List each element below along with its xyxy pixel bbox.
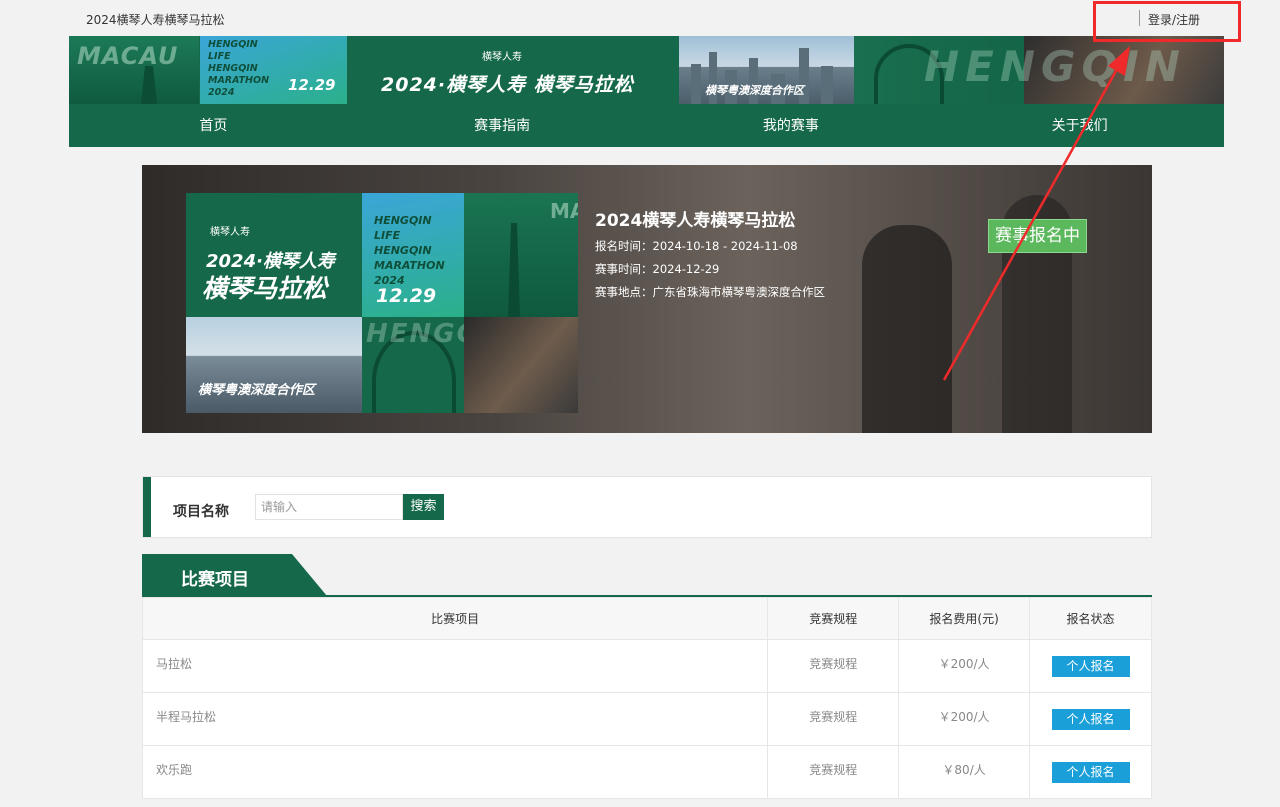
poster-blue-text: HENGQIN LIFE HENGQIN MARATHON 2024 (374, 214, 445, 287)
race-time: 赛事时间：2024-12-29 (595, 262, 720, 276)
poster-city-photo: 横琴粤澳深度合作区 (186, 317, 362, 413)
individual-register-button[interactable]: 个人报名 (1051, 761, 1130, 783)
registration-time: 报名时间：2024-10-18 - 2024-11-08 (595, 239, 798, 253)
banner-blue-panel: HENGQIN LIFE HENGQIN MARATHON 2024 12.29 (200, 36, 347, 104)
nav-about-us[interactable]: 关于我们 (935, 104, 1224, 147)
registration-status-badge: 赛事报名中 (988, 219, 1087, 253)
poster-line2: 横琴马拉松 (202, 274, 328, 303)
banner-city-photo: 横琴粤澳深度合作区 (679, 36, 854, 104)
search-input[interactable] (255, 494, 403, 520)
site-title: 2024横琴人寿横琴马拉松 (86, 13, 225, 27)
race-fee: ￥200/人 (898, 692, 1031, 746)
section-header-tab: 比赛项目 (142, 554, 327, 596)
tower-icon (141, 66, 157, 104)
race-items-table: 比赛项目 竞赛规程 报名费用(元) 报名状态 马拉松 竞赛规程 ￥200/人 个… (141, 597, 1152, 799)
table-header-row: 比赛项目 竞赛规程 报名费用(元) 报名状态 (141, 597, 1152, 640)
sponsor-logo: 横琴人寿 (482, 52, 522, 63)
annotation-highlight-box (1093, 1, 1241, 42)
search-button[interactable]: 搜索 (403, 494, 444, 520)
table-row: 马拉松 竞赛规程 ￥200/人 个人报名 (141, 639, 1152, 693)
individual-register-button[interactable]: 个人报名 (1051, 655, 1130, 677)
race-fee: ￥80/人 (898, 745, 1031, 799)
table-row: 欢乐跑 竞赛规程 ￥80/人 个人报名 (141, 745, 1152, 799)
race-name: 半程马拉松 (141, 692, 769, 746)
banner-macau-word: MACAU (77, 42, 179, 70)
poster-date: 12.29 (376, 285, 437, 307)
banner-center-panel: 横琴人寿 2024·横琴人寿 横琴马拉松 (347, 36, 679, 104)
top-bar: 2024横琴人寿横琴马拉松 登录/注册 (69, 0, 1224, 36)
race-fee: ￥200/人 (898, 639, 1031, 693)
poster-city-caption: 横琴粤澳深度合作区 (198, 383, 316, 398)
search-label: 项目名称 (173, 504, 229, 520)
tower-icon (508, 223, 520, 317)
column-header-rules: 竞赛规程 (767, 597, 900, 640)
poster-runner-photo (464, 317, 578, 413)
banner-blue-text: HENGQIN LIFE HENGQIN MARATHON 2024 (208, 39, 270, 98)
rules-link[interactable]: 竞赛规程 (767, 692, 900, 746)
main-nav: 首页 赛事指南 我的赛事 关于我们 (69, 104, 1224, 147)
individual-register-button[interactable]: 个人报名 (1051, 708, 1130, 730)
rules-link[interactable]: 竞赛规程 (767, 639, 900, 693)
banner-city-caption: 横琴粤澳深度合作区 (705, 84, 804, 97)
event-hero: 横琴人寿 2024·横琴人寿 横琴马拉松 HENGQIN LIFE HENGQI… (142, 165, 1152, 433)
event-poster: 横琴人寿 2024·横琴人寿 横琴马拉松 HENGQIN LIFE HENGQI… (186, 193, 578, 413)
banner-macau-panel: MACAU (69, 36, 199, 104)
banner-date: 12.29 (288, 76, 336, 94)
event-title: 2024横琴人寿横琴马拉松 (595, 211, 796, 231)
banner-headline: 2024·横琴人寿 横琴马拉松 (381, 74, 634, 96)
column-header-status: 报名状态 (1029, 597, 1152, 640)
poster-logo: 横琴人寿 (210, 227, 250, 238)
race-name: 欢乐跑 (141, 745, 769, 799)
column-header-item: 比赛项目 (141, 597, 769, 640)
table-row: 半程马拉松 竞赛规程 ￥200/人 个人报名 (141, 692, 1152, 746)
rules-link[interactable]: 竞赛规程 (767, 745, 900, 799)
banner-runner-panel: HENGQIN (854, 36, 1224, 104)
header-banner: MACAU HENGQIN LIFE HENGQIN MARATHON 2024… (69, 36, 1224, 104)
column-header-fee: 报名费用(元) (898, 597, 1031, 640)
race-location: 赛事地点：广东省珠海市横琴粤澳深度合作区 (595, 285, 825, 299)
section-title: 比赛项目 (181, 570, 249, 590)
poster-macau-word: MACAU (550, 199, 578, 223)
race-name: 马拉松 (141, 639, 769, 693)
nav-home[interactable]: 首页 (69, 104, 358, 147)
search-panel: 项目名称 搜索 (142, 476, 1152, 538)
banner-hengqin-word: HENGQIN (924, 42, 1186, 91)
nav-my-races[interactable]: 我的赛事 (647, 104, 936, 147)
nav-race-guide[interactable]: 赛事指南 (358, 104, 647, 147)
